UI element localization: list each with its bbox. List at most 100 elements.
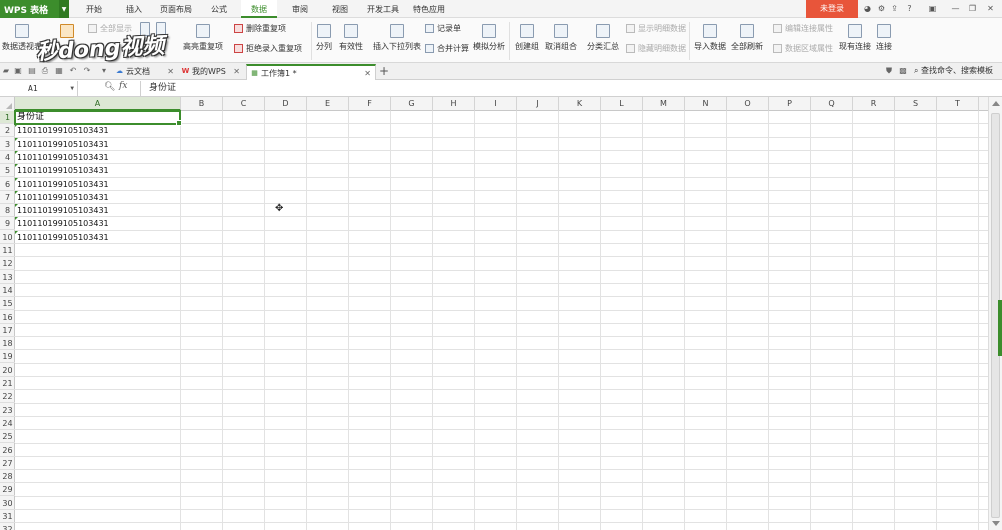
row-header[interactable]: 8 xyxy=(0,204,15,217)
quick-access-dropdown-icon[interactable]: ▾ xyxy=(99,66,109,76)
row-header[interactable]: 9 xyxy=(0,217,15,230)
chevron-down-icon[interactable]: ▼ xyxy=(59,0,69,18)
row-header[interactable]: 5 xyxy=(0,164,15,177)
hide-detail-button[interactable]: 隐藏明细数据 xyxy=(626,43,686,54)
row-header[interactable]: 18 xyxy=(0,337,15,350)
error-indicator-icon[interactable] xyxy=(15,124,18,127)
chevron-down-icon[interactable]: ▼ xyxy=(70,81,74,96)
cell-a7[interactable]: 110110199105103431 xyxy=(15,191,181,204)
import-data-button[interactable]: 导入数据 xyxy=(694,24,726,52)
error-indicator-icon[interactable] xyxy=(15,164,18,167)
column-header[interactable]: N xyxy=(685,97,727,111)
formula-input[interactable]: 身份证 xyxy=(140,81,990,96)
row-header[interactable]: 32 xyxy=(0,523,15,530)
row-header[interactable]: 17 xyxy=(0,324,15,337)
select-all-corner[interactable] xyxy=(0,97,15,111)
create-group-button[interactable]: 创建组 xyxy=(515,24,539,52)
connect-button[interactable]: 连接 xyxy=(876,24,892,52)
row-header[interactable]: 10 xyxy=(0,231,15,244)
row-header[interactable]: 15 xyxy=(0,297,15,310)
command-search[interactable]: ⌕ 查找命令、搜索模板 xyxy=(914,65,993,76)
column-header[interactable]: Q xyxy=(811,97,853,111)
row-header[interactable]: 7 xyxy=(0,191,15,204)
row-header[interactable]: 28 xyxy=(0,470,15,483)
reject-duplicates-button[interactable]: 拒绝录入重复项 xyxy=(234,43,302,54)
error-indicator-icon[interactable] xyxy=(15,231,18,234)
feedback-icon[interactable]: ⛊ xyxy=(884,66,894,76)
simulate-analysis-button[interactable]: 模拟分析 xyxy=(473,24,505,52)
row-header[interactable]: 24 xyxy=(0,417,15,430)
tab-cloud-docs[interactable]: ☁ 云文档 ✕ xyxy=(112,64,178,80)
column-header[interactable]: E xyxy=(307,97,349,111)
help-icon[interactable]: ? xyxy=(904,3,915,14)
close-icon[interactable]: ✕ xyxy=(364,66,371,81)
name-box[interactable]: A1 ▼ xyxy=(0,81,78,96)
tab-insert[interactable]: 插入 xyxy=(118,0,150,18)
subtotal-button[interactable]: 分类汇总 xyxy=(587,24,619,52)
column-header[interactable]: P xyxy=(769,97,811,111)
settings-icon[interactable]: ⚙ xyxy=(876,3,887,14)
tab-page-layout[interactable]: 页面布局 xyxy=(155,0,197,18)
column-header[interactable]: R xyxy=(853,97,895,111)
split-column-button[interactable]: 分列 xyxy=(316,24,332,52)
side-panel-toggle[interactable] xyxy=(998,300,1002,356)
print-preview-icon[interactable]: ▦ xyxy=(54,66,64,76)
export-pdf-icon[interactable]: ▤ xyxy=(27,66,37,76)
row-header[interactable]: 14 xyxy=(0,284,15,297)
column-header[interactable]: I xyxy=(475,97,517,111)
column-header[interactable]: H xyxy=(433,97,475,111)
row-header[interactable]: 26 xyxy=(0,444,15,457)
cell-a5[interactable]: 110110199105103431 xyxy=(15,164,181,177)
app-menu-button[interactable]: WPS 表格 ▼ xyxy=(0,0,69,18)
row-header[interactable]: 31 xyxy=(0,510,15,523)
ungroup-button[interactable]: 取消组合 xyxy=(545,24,577,52)
row-header[interactable]: 20 xyxy=(0,364,15,377)
show-detail-button[interactable]: 显示明细数据 xyxy=(626,23,686,34)
tab-data[interactable]: 数据 xyxy=(241,0,277,18)
cell-a2[interactable]: 110110199105103431 xyxy=(15,124,181,137)
save-icon[interactable]: ▣ xyxy=(13,66,23,76)
delete-duplicates-button[interactable]: 删除重复项 xyxy=(234,23,286,34)
message-icon[interactable]: ▩ xyxy=(898,66,908,76)
column-header[interactable]: F xyxy=(349,97,391,111)
error-indicator-icon[interactable] xyxy=(15,217,18,220)
error-indicator-icon[interactable] xyxy=(15,204,18,207)
validity-button[interactable]: 有效性 xyxy=(339,24,363,52)
edit-connection-props-button[interactable]: 编辑连接属性 xyxy=(773,23,833,34)
row-header[interactable]: 11 xyxy=(0,244,15,257)
column-header[interactable]: A xyxy=(15,97,181,111)
login-button[interactable]: 未登录 xyxy=(806,0,858,18)
error-indicator-icon[interactable] xyxy=(15,138,18,141)
column-header[interactable]: K xyxy=(559,97,601,111)
column-header[interactable]: L xyxy=(601,97,643,111)
share-icon[interactable]: ⇪ xyxy=(889,3,900,14)
tab-start[interactable]: 开始 xyxy=(78,0,110,18)
row-header[interactable]: 3 xyxy=(0,138,15,151)
skin-icon[interactable]: ◕ xyxy=(862,3,873,14)
row-header[interactable]: 19 xyxy=(0,350,15,363)
row-header[interactable]: 22 xyxy=(0,390,15,403)
row-header[interactable]: 13 xyxy=(0,271,15,284)
row-header[interactable]: 21 xyxy=(0,377,15,390)
row-header[interactable]: 6 xyxy=(0,178,15,191)
redo-icon[interactable]: ↷ xyxy=(82,66,92,76)
cell-a6[interactable]: 110110199105103431 xyxy=(15,178,181,191)
open-icon[interactable]: ▰ xyxy=(1,66,11,76)
new-tab-plus-icon[interactable]: + xyxy=(379,64,389,78)
refresh-all-button[interactable]: 全部刷新 xyxy=(731,24,763,52)
zoom-icon[interactable]: 🔍︎ xyxy=(104,82,115,92)
undo-icon[interactable]: ↶ xyxy=(68,66,78,76)
row-header[interactable]: 1 xyxy=(0,111,15,124)
row-header[interactable]: 25 xyxy=(0,430,15,443)
cell-a8[interactable]: 110110199105103431 xyxy=(15,204,181,217)
tab-formula[interactable]: 公式 xyxy=(203,0,235,18)
maximize-icon[interactable]: ❐ xyxy=(967,3,978,14)
tab-my-wps[interactable]: W 我的WPS ✕ xyxy=(178,64,244,80)
row-header[interactable]: 23 xyxy=(0,404,15,417)
record-form-button[interactable]: 记录单 xyxy=(425,23,461,34)
cell-a4[interactable]: 110110199105103431 xyxy=(15,151,181,164)
cell-a9[interactable]: 110110199105103431 xyxy=(15,217,181,230)
column-header[interactable]: C xyxy=(223,97,265,111)
row-header[interactable]: 29 xyxy=(0,483,15,496)
cell-a3[interactable]: 110110199105103431 xyxy=(15,138,181,151)
